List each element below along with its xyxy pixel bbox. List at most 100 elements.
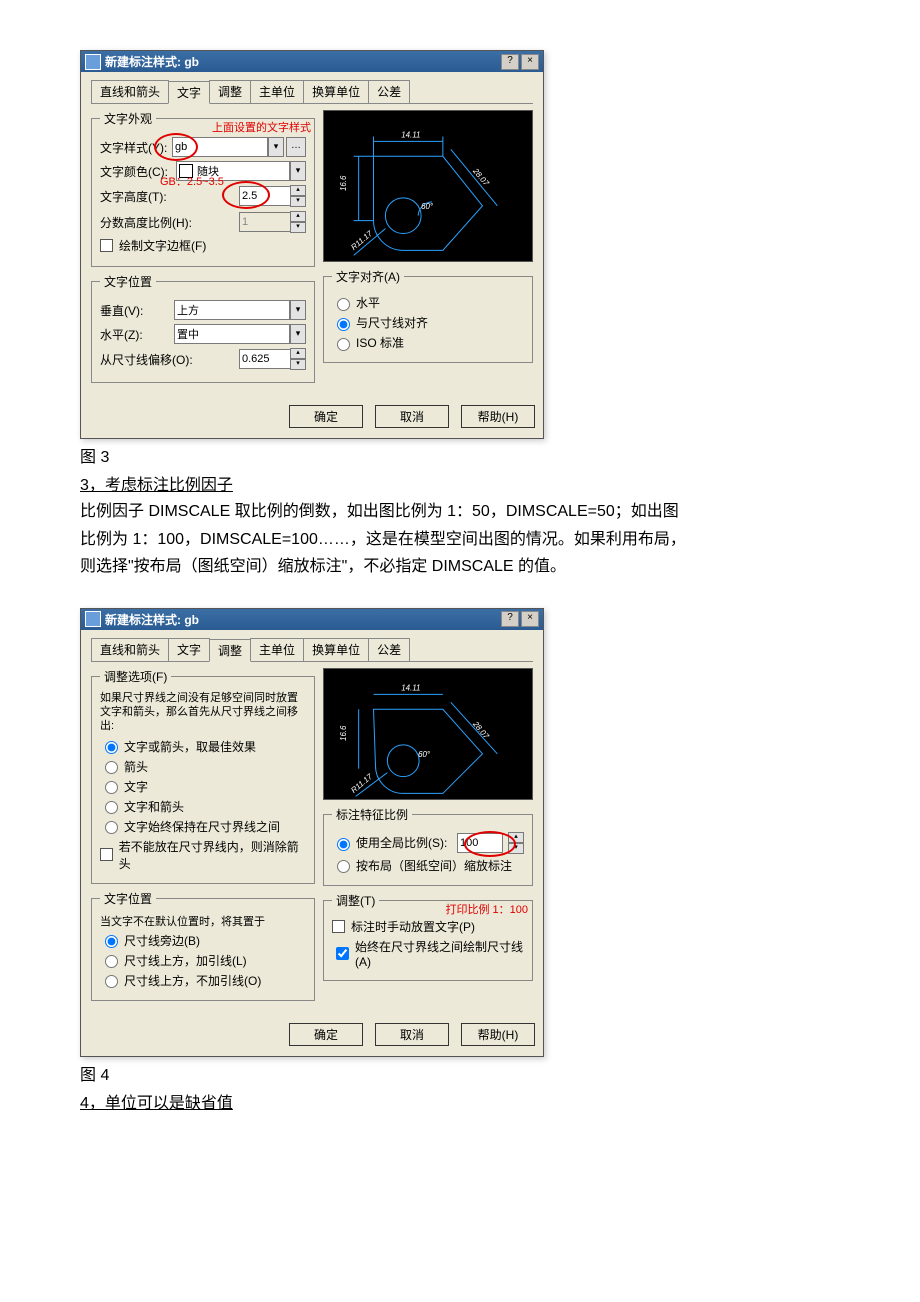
radio-iso[interactable]: ISO 标准	[332, 334, 524, 351]
radio-always-inside[interactable]: 文字始终保持在尺寸界线之间	[100, 818, 306, 835]
label-offset: 从尺寸线偏移(O):	[100, 351, 239, 368]
group-adjust: 调整(T) 打印比例 1：100 标注时手动放置文字(P) 始终在尺寸界线之间绘…	[323, 892, 533, 981]
tab-fit[interactable]: 调整	[209, 639, 251, 662]
para-3b: 比例为 1：100，DIMSCALE=100……，这是在模型空间出图的情况。如果…	[80, 527, 840, 553]
vertical-combo[interactable]	[174, 300, 290, 320]
tab-alt-units[interactable]: 换算单位	[303, 80, 369, 103]
button-row: 确定 取消 帮助(H)	[81, 399, 543, 438]
close-icon[interactable]: ×	[521, 611, 539, 627]
label-text-style: 文字样式(Y):	[100, 139, 172, 156]
legend-align: 文字对齐(A)	[332, 268, 404, 285]
tab-tolerance[interactable]: 公差	[368, 80, 410, 103]
chevron-down-icon[interactable]: ▾	[290, 324, 306, 344]
chevron-down-icon[interactable]: ▾	[290, 161, 306, 181]
radio-with-dimline[interactable]: 与尺寸线对齐	[332, 314, 524, 331]
group-text-placement: 文字位置 当文字不在默认位置时，将其置于 尺寸线旁边(B) 尺寸线上方，加引线(…	[91, 890, 315, 1001]
checkbox-frame[interactable]	[100, 239, 113, 252]
tab-fit[interactable]: 调整	[209, 80, 251, 103]
close-icon[interactable]: ×	[521, 54, 539, 70]
tab-strip: 直线和箭头 文字 调整 主单位 换算单位 公差	[91, 80, 533, 104]
svg-text:16.6: 16.6	[339, 725, 348, 741]
svg-text:60°: 60°	[418, 750, 430, 759]
check-suppress-arrows[interactable]: 若不能放在尺寸界线内，则消除箭头	[100, 838, 306, 872]
spinner[interactable]: ▴▾	[508, 832, 524, 854]
tab-text[interactable]: 文字	[168, 81, 210, 104]
titlebar[interactable]: 新建标注样式: gb ? ×	[81, 609, 543, 630]
spinner: ▴▾	[290, 211, 306, 233]
radio-horizontal[interactable]: 水平	[332, 294, 524, 311]
group-text-appearance: 文字外观 上面设置的文字样式 文字样式(Y): ▾ … 文字颜色(C): 随块	[91, 110, 315, 267]
ellipsis-button[interactable]: …	[286, 137, 306, 157]
dialog-title: 新建标注样式: gb	[105, 611, 499, 628]
para-3c: 则选择"按布局（图纸空间）缩放标注"，不必指定 DIMSCALE 的值。	[80, 554, 840, 580]
dim-left: 16.6	[339, 175, 348, 191]
check-always-draw[interactable]: 始终在尺寸界线之间绘制尺寸线(A)	[332, 938, 524, 969]
app-icon	[85, 611, 101, 627]
spinner[interactable]: ▴▾	[290, 348, 306, 370]
tab-text[interactable]: 文字	[168, 638, 210, 661]
dim-angle: 60°	[421, 202, 433, 211]
radio-layout-scale[interactable]: 按布局（图纸空间）缩放标注	[332, 857, 524, 874]
figure-3-caption: 图 3	[80, 443, 840, 467]
label-vertical: 垂直(V):	[100, 302, 174, 319]
help-icon[interactable]: ?	[501, 54, 519, 70]
tab-strip: 直线和箭头 文字 调整 主单位 换算单位 公差	[91, 638, 533, 662]
text-height-input[interactable]	[239, 186, 291, 206]
chevron-down-icon[interactable]: ▾	[268, 137, 284, 157]
fit-intro: 如果尺寸界线之间没有足够空间同时放置文字和箭头，那么首先从尺寸界线之间移出:	[100, 691, 306, 734]
cancel-button[interactable]: 取消	[375, 405, 449, 428]
label-frac-scale: 分数高度比例(H):	[100, 214, 239, 231]
titlebar[interactable]: 新建标注样式: gb ? ×	[81, 51, 543, 72]
chevron-down-icon[interactable]: ▾	[290, 300, 306, 320]
dialog-fit: 新建标注样式: gb ? × 直线和箭头 文字 调整 主单位 换算单位 公差 调…	[80, 608, 544, 1057]
preview-pane: 14.11 16.6 28.07 60° R11.17	[323, 110, 533, 262]
dialog-title: 新建标注样式: gb	[105, 53, 499, 70]
check-manual-place[interactable]: 标注时手动放置文字(P)	[332, 918, 524, 935]
radio-arrows[interactable]: 箭头	[100, 758, 306, 775]
help-button[interactable]: 帮助(H)	[461, 1023, 535, 1046]
radio-global-scale[interactable]: 使用全局比例(S): ▴▾	[332, 832, 524, 854]
legend-scale: 标注特征比例	[332, 806, 412, 823]
legend-appearance: 文字外观	[100, 110, 156, 127]
radio-text[interactable]: 文字	[100, 778, 306, 795]
tab-primary-units[interactable]: 主单位	[250, 638, 304, 661]
ok-button[interactable]: 确定	[289, 1023, 363, 1046]
dialog-body: 直线和箭头 文字 调整 主单位 换算单位 公差 调整选项(F) 如果尺寸界线之间…	[81, 630, 543, 1017]
tab-primary-units[interactable]: 主单位	[250, 80, 304, 103]
spinner[interactable]: ▴▾	[290, 185, 306, 207]
dialog-text-style: 新建标注样式: gb ? × 直线和箭头 文字 调整 主单位 换算单位 公差 文…	[80, 50, 544, 439]
text-style-combo[interactable]	[172, 137, 268, 157]
frac-scale-input	[239, 212, 291, 232]
svg-text:14.11: 14.11	[401, 683, 420, 692]
tab-lines-arrows[interactable]: 直线和箭头	[91, 638, 169, 661]
tab-lines-arrows[interactable]: 直线和箭头	[91, 80, 169, 103]
dim-top: 14.11	[401, 130, 420, 139]
tab-alt-units[interactable]: 换算单位	[303, 638, 369, 661]
section-4-title: 4，单位可以是缺省值	[80, 1089, 840, 1113]
preview-pane: 14.11 16.6 28.07 60° R11.17	[323, 668, 533, 800]
help-button[interactable]: 帮助(H)	[461, 405, 535, 428]
label-draw-frame: 绘制文字边框(F)	[119, 237, 206, 254]
section-3-title: 3，考虑标注比例因子	[80, 471, 840, 495]
global-scale-input[interactable]	[457, 833, 503, 853]
ok-button[interactable]: 确定	[289, 405, 363, 428]
radio-best-fit[interactable]: 文字或箭头，取最佳效果	[100, 738, 306, 755]
red-print-ratio: 打印比例 1：100	[445, 901, 528, 917]
svg-text:28.07: 28.07	[470, 719, 491, 741]
offset-input[interactable]	[239, 349, 291, 369]
radio-over-leader[interactable]: 尺寸线上方，加引线(L)	[100, 952, 306, 969]
label-horizontal: 水平(Z):	[100, 326, 174, 343]
radio-beside[interactable]: 尺寸线旁边(B)	[100, 932, 306, 949]
radio-text-arrows[interactable]: 文字和箭头	[100, 798, 306, 815]
group-fit-options: 调整选项(F) 如果尺寸界线之间没有足够空间同时放置文字和箭头，那么首先从尺寸界…	[91, 668, 315, 884]
horizontal-combo[interactable]	[174, 324, 290, 344]
group-scale: 标注特征比例 使用全局比例(S): ▴▾ 按布局（图纸空间）缩放标注	[323, 806, 533, 886]
gb-note: GB：2.5~3.5	[160, 173, 224, 189]
radio-over-noleader[interactable]: 尺寸线上方，不加引线(O)	[100, 972, 306, 989]
button-row: 确定 取消 帮助(H)	[81, 1017, 543, 1056]
help-icon[interactable]: ?	[501, 611, 519, 627]
tab-tolerance[interactable]: 公差	[368, 638, 410, 661]
legend-text-place: 文字位置	[100, 890, 156, 907]
note-above: 上面设置的文字样式	[212, 119, 311, 135]
cancel-button[interactable]: 取消	[375, 1023, 449, 1046]
